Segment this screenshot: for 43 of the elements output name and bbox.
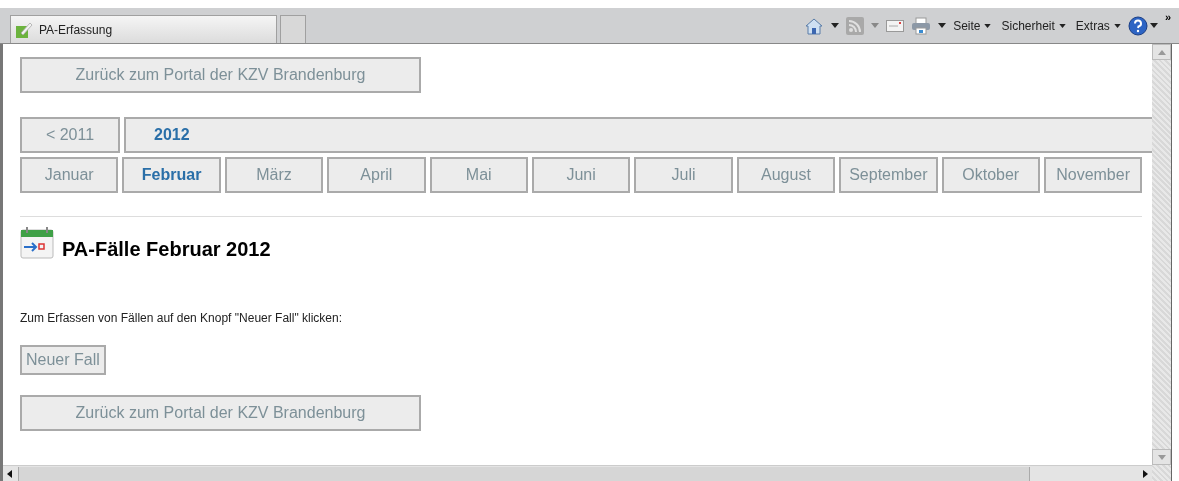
down-arrow-icon xyxy=(1157,454,1166,460)
back-to-portal-button[interactable]: Zurück zum Portal der KZV Brandenburg xyxy=(20,395,421,431)
help-icon[interactable] xyxy=(1127,15,1148,36)
nav-tab[interactable]: Oktober xyxy=(941,157,1040,193)
nav-tab[interactable]: März xyxy=(224,157,324,193)
overflow-chevron[interactable]: » xyxy=(1164,9,1171,26)
nav-tab[interactable]: 2012 xyxy=(124,117,1152,153)
caret-icon[interactable] xyxy=(1149,23,1158,28)
scroll-right-icon[interactable] xyxy=(1143,469,1148,478)
tab-title: PA-Erfassung xyxy=(39,21,113,39)
up-arrow-icon xyxy=(1157,49,1166,55)
nav-tab[interactable]: Juni xyxy=(531,157,631,193)
scroll-left-icon[interactable] xyxy=(7,469,12,478)
printer-icon[interactable] xyxy=(911,16,932,35)
nav-tab[interactable]: April xyxy=(327,157,426,193)
toolbar-menu[interactable]: Seite xyxy=(953,16,992,35)
horizontal-scrollbar[interactable] xyxy=(3,465,1152,481)
toolbar-menu[interactable]: Sicherheit xyxy=(1001,16,1066,35)
nav-tab[interactable]: Februar xyxy=(122,157,221,193)
caret-icon[interactable] xyxy=(831,23,840,28)
mail-icon[interactable] xyxy=(886,19,905,32)
back-to-portal-button[interactable]: Zurück zum Portal der KZV Brandenburg xyxy=(20,57,421,93)
nav-tab[interactable]: Mai xyxy=(429,157,528,193)
pencil-icon xyxy=(15,20,33,39)
calendar-icon xyxy=(20,225,56,261)
browser-tab[interactable]: PA-Erfassung xyxy=(10,15,277,43)
new-case-button[interactable]: Neuer Fall xyxy=(20,345,106,375)
toolbar-menu[interactable]: Extras xyxy=(1075,16,1121,35)
nav-tab[interactable]: < 2011 xyxy=(20,117,120,153)
caret-icon xyxy=(1113,23,1121,28)
page-heading: PA-Fälle Februar 2012 xyxy=(62,239,271,261)
caret-icon xyxy=(1058,23,1066,28)
nav-tab[interactable]: November xyxy=(1043,157,1143,193)
nav-tab[interactable]: September xyxy=(839,157,938,193)
nav-tab[interactable]: August xyxy=(736,157,836,193)
nav-tab[interactable]: Juli xyxy=(634,157,733,193)
caret-icon[interactable] xyxy=(938,23,947,28)
scroll-up-button[interactable] xyxy=(1152,44,1171,60)
vertical-scrollbar[interactable] xyxy=(1152,44,1172,481)
home-icon[interactable] xyxy=(804,16,825,35)
nav-tab[interactable]: Januar xyxy=(20,157,119,193)
instruction-text: Zum Erfassen von Fällen auf den Knopf "Neuer Fall" klicken: xyxy=(20,310,343,327)
caret-icon xyxy=(984,23,992,28)
